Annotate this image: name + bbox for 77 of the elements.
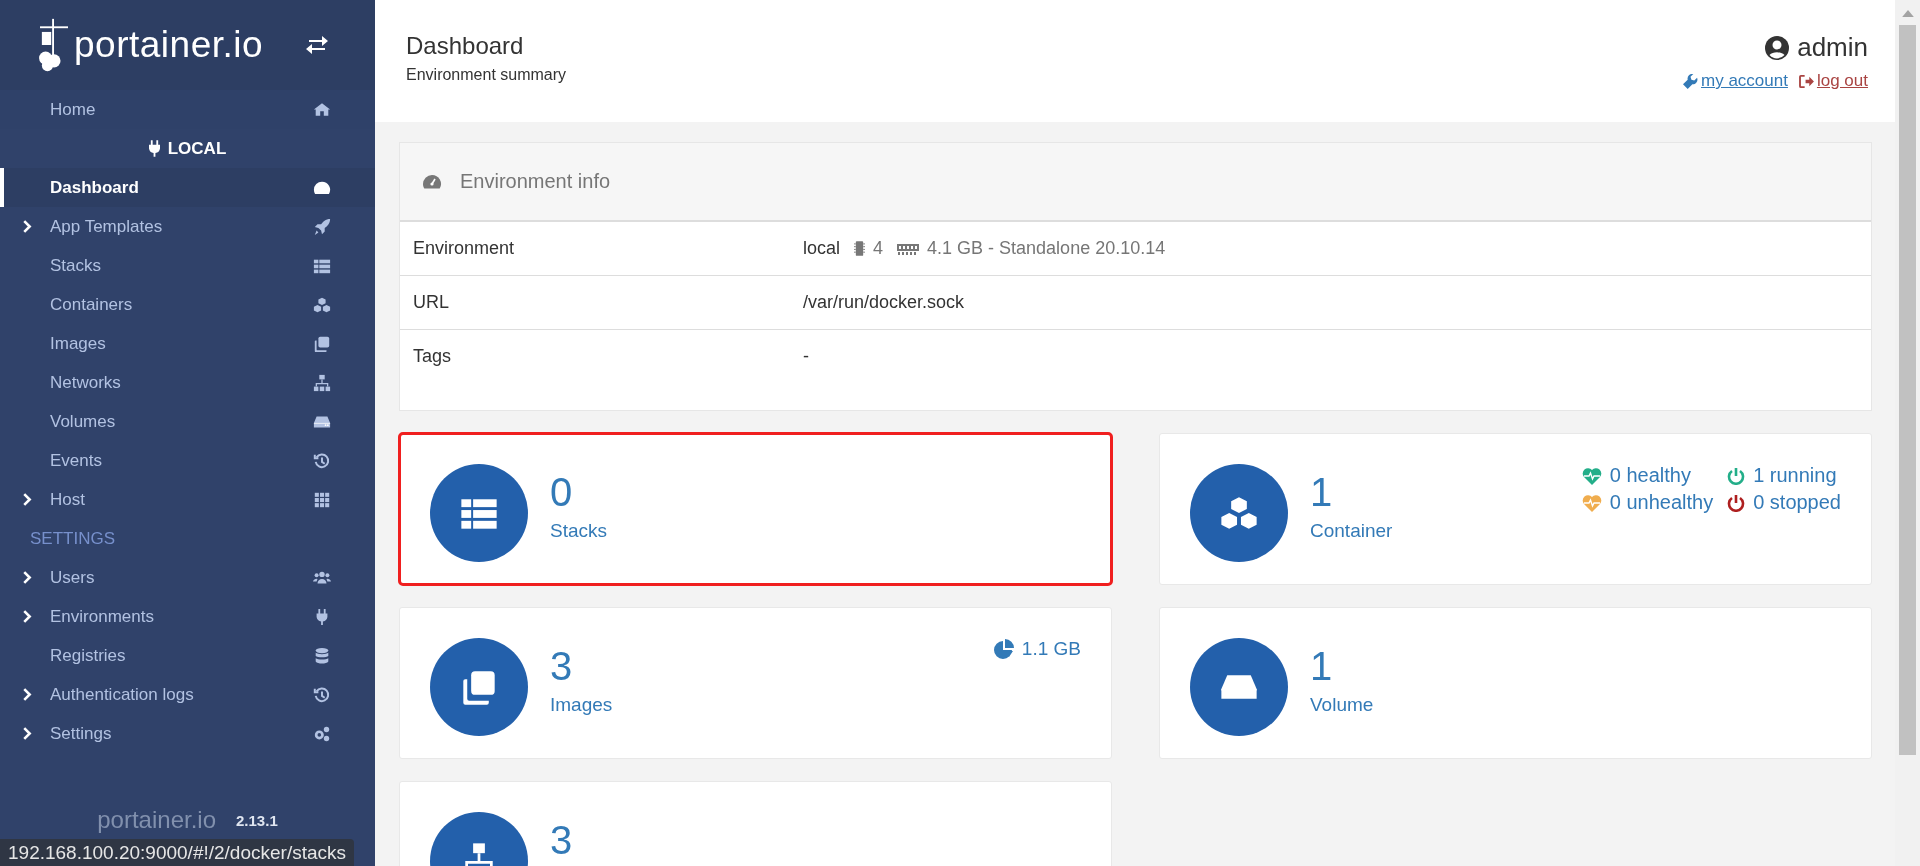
database-icon bbox=[313, 646, 331, 665]
stat-text: 0 stopped bbox=[1753, 491, 1841, 514]
sidebar-item[interactable]: Stacks bbox=[0, 246, 375, 285]
sidebar-item[interactable]: Users bbox=[0, 558, 375, 597]
home-icon bbox=[313, 102, 331, 117]
tile-label: Container bbox=[1310, 520, 1393, 542]
summary-tile[interactable]: 3 bbox=[399, 781, 1112, 866]
tile-count: 3 bbox=[550, 822, 573, 858]
summary-tile[interactable]: 0 Stacks bbox=[399, 433, 1112, 585]
sidebar-item[interactable]: App Templates bbox=[0, 207, 375, 246]
sidebar-item[interactable]: Home bbox=[0, 90, 375, 129]
sidebar-item[interactable]: Authentication logs bbox=[0, 675, 375, 714]
memory-icon bbox=[897, 242, 920, 255]
tile-label: Stacks bbox=[550, 520, 608, 542]
username: admin bbox=[1797, 32, 1868, 63]
sidebar-item[interactable]: Registries bbox=[0, 636, 375, 675]
table-cell: - bbox=[803, 346, 809, 367]
sidebar-item[interactable]: Containers bbox=[0, 285, 375, 324]
user-avatar-icon bbox=[1765, 35, 1790, 60]
page-subtitle: Environment summary bbox=[406, 66, 567, 84]
page-title: Dashboard bbox=[406, 32, 525, 60]
sidebar-item[interactable]: Host bbox=[0, 480, 375, 519]
grid-icon bbox=[313, 490, 331, 509]
header-link[interactable]: my account bbox=[1701, 71, 1788, 91]
disk-size-text: 1.1 GB bbox=[1021, 638, 1081, 660]
logo-text: portainer.io bbox=[74, 24, 264, 66]
section-heading: SETTINGS bbox=[29, 527, 116, 550]
plug-icon bbox=[148, 140, 160, 157]
cpu-chip-icon bbox=[854, 240, 866, 257]
table-cell: local bbox=[803, 238, 841, 259]
scroll-up-icon[interactable] bbox=[1901, 10, 1914, 17]
sidebar-item[interactable]: Environments bbox=[0, 597, 375, 636]
cubes-circle-icon bbox=[1190, 464, 1288, 562]
memory-text: 4.1 GB - Standalone 20.10.14 bbox=[927, 238, 1166, 259]
scrollbar-thumb[interactable] bbox=[1899, 25, 1916, 755]
environment-heading: LOCAL bbox=[0, 129, 375, 168]
cubes-icon bbox=[313, 295, 331, 314]
tile-label: Images bbox=[550, 694, 613, 716]
table-cell-text: Tags bbox=[413, 346, 453, 367]
sidebar-item[interactable]: Images bbox=[0, 324, 375, 363]
sidebar-item[interactable]: Events bbox=[0, 441, 375, 480]
version-text: 2.13.1 bbox=[236, 811, 278, 829]
clone-icon bbox=[313, 334, 331, 353]
sidebar-item[interactable]: Settings bbox=[0, 714, 375, 753]
header-link[interactable]: log out bbox=[1816, 71, 1868, 91]
summary-tile[interactable]: 1 Volume bbox=[1159, 607, 1872, 759]
table-cell-text: Environment bbox=[413, 238, 516, 259]
crane-logo-icon bbox=[38, 17, 70, 73]
sitemap-icon bbox=[313, 373, 331, 392]
hdd-circle-icon bbox=[1190, 638, 1288, 736]
list-circle-icon bbox=[430, 464, 528, 562]
sign-out-icon bbox=[1798, 74, 1814, 88]
tile-count: 1 bbox=[1310, 474, 1334, 510]
stat-text: 0 unhealthy bbox=[1609, 491, 1714, 514]
summary-tile[interactable]: 3 Images 1.1 GB bbox=[399, 607, 1112, 759]
footer-logo-text: portainer.io bbox=[97, 806, 216, 834]
sidebar-item[interactable]: Networks bbox=[0, 363, 375, 402]
link-url-tooltip: 192.168.100.20:9000/#!/2/docker/stacks bbox=[0, 839, 355, 866]
tile-count: 1 bbox=[1310, 648, 1334, 684]
pie-chart-icon bbox=[993, 639, 1014, 659]
swap-arrows-icon[interactable] bbox=[305, 35, 329, 55]
cpu-count: 4 bbox=[873, 238, 884, 259]
tile-label: Volume bbox=[1310, 694, 1374, 716]
sidebar-item[interactable]: Volumes bbox=[0, 402, 375, 441]
clone-circle-icon bbox=[430, 638, 528, 736]
sidebar-item[interactable]: Dashboard bbox=[0, 168, 375, 207]
tile-count: 0 bbox=[550, 474, 574, 510]
table-cell: /var/run/docker.sock bbox=[803, 292, 965, 313]
stat-text: 0 healthy bbox=[1609, 464, 1691, 487]
tile-count: 3 bbox=[550, 648, 574, 684]
wrench-icon bbox=[1683, 73, 1698, 89]
table-cell-text: URL bbox=[413, 292, 450, 313]
rocket-icon bbox=[313, 217, 331, 236]
panel-title: Environment info bbox=[460, 170, 611, 193]
summary-tile[interactable]: 1 Container 0 healthy 1 running 0 unhealthy 0 stopped bbox=[1159, 433, 1872, 585]
stat-text: 1 running bbox=[1753, 464, 1837, 487]
scrollbar[interactable] bbox=[1895, 0, 1920, 866]
